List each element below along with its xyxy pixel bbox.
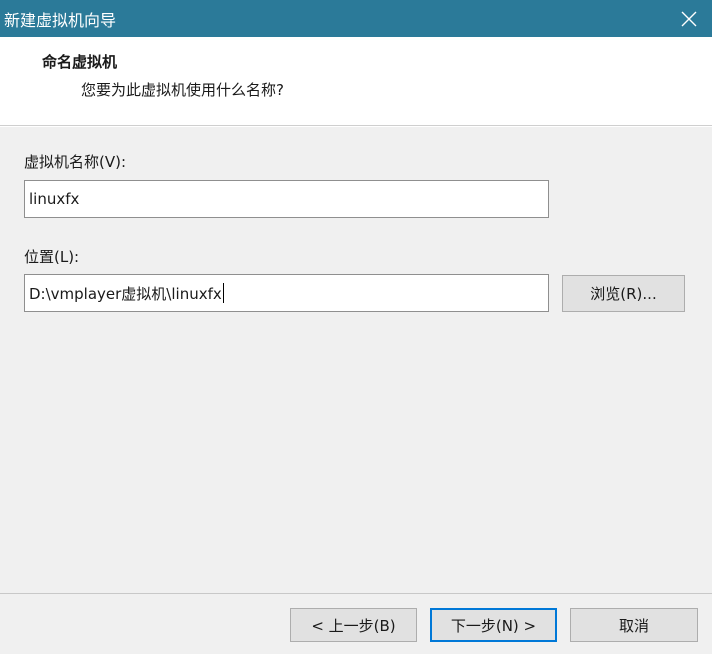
close-button[interactable] xyxy=(666,0,712,37)
wizard-header: 命名虚拟机 您要为此虚拟机使用什么名称? xyxy=(0,37,712,126)
location-label: 位置(L): xyxy=(24,248,80,266)
window-title: 新建虚拟机向导 xyxy=(4,10,117,30)
browse-button[interactable]: 浏览(R)... xyxy=(562,275,685,312)
back-button[interactable]: < 上一步(B) xyxy=(290,608,417,642)
wizard-footer: < 上一步(B) 下一步(N) > 取消 xyxy=(0,593,712,654)
next-button[interactable]: 下一步(N) > xyxy=(430,608,557,642)
page-subtitle: 您要为此虚拟机使用什么名称? xyxy=(81,81,284,99)
text-caret xyxy=(222,283,224,303)
wizard-body: 虚拟机名称(V): linuxfx 位置(L): D:\vmplayer虚拟机\… xyxy=(0,127,712,593)
location-input[interactable]: D:\vmplayer虚拟机\linuxfx xyxy=(24,274,549,312)
vm-name-input[interactable]: linuxfx xyxy=(24,180,549,218)
cancel-button[interactable]: 取消 xyxy=(570,608,698,642)
close-icon xyxy=(681,11,697,26)
location-value: D:\vmplayer虚拟机\linuxfx xyxy=(29,284,222,303)
page-title: 命名虚拟机 xyxy=(42,53,118,71)
vm-name-value: linuxfx xyxy=(29,190,80,208)
title-bar: 新建虚拟机向导 xyxy=(0,0,712,37)
vm-name-label: 虚拟机名称(V): xyxy=(24,153,127,171)
